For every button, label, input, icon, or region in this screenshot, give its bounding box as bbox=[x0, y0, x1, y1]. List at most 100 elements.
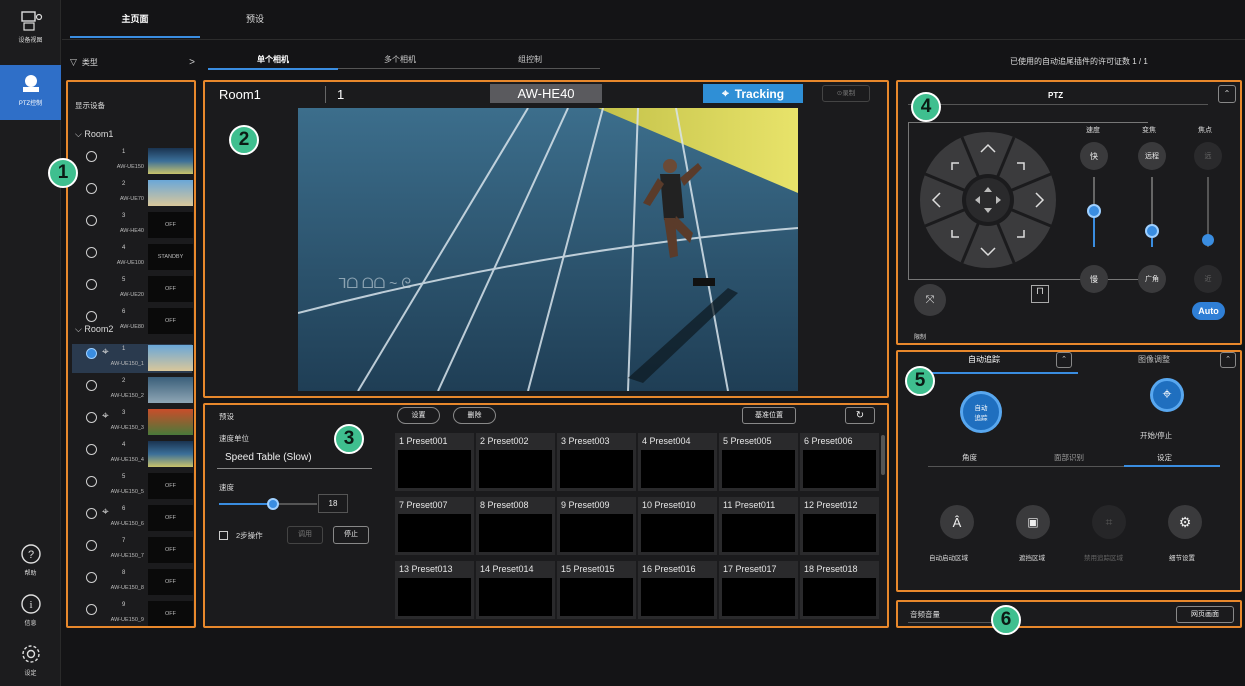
filter-row[interactable]: ▽ 类型 > bbox=[70, 55, 195, 69]
camera-row[interactable]: 2 AW-UE150_2 bbox=[72, 376, 193, 405]
sidebar-item-help[interactable]: ? 帮助 bbox=[0, 543, 61, 583]
camera-row[interactable]: 7 AW-UE150_7 OFF bbox=[72, 536, 193, 565]
focus-auto-button[interactable]: Auto bbox=[1192, 302, 1225, 320]
detail-settings-button[interactable]: ⚙ bbox=[1168, 505, 1202, 539]
camera-row[interactable]: 3 AW-HE40 OFF bbox=[72, 211, 193, 240]
web-screen-button[interactable]: 网页画面 bbox=[1176, 606, 1234, 623]
preset-tile[interactable]: 9 Preset009 bbox=[557, 497, 636, 555]
camera-row[interactable]: 5 AW-UE20 OFF bbox=[72, 275, 193, 304]
camera-thumbnail[interactable]: OFF bbox=[148, 537, 193, 563]
camera-row[interactable]: 8 AW-UE150_8 OFF bbox=[72, 568, 193, 597]
camera-radio[interactable] bbox=[86, 540, 97, 551]
lock-icon[interactable]: ⊓ bbox=[1031, 285, 1049, 303]
zoom-slider-knob[interactable] bbox=[1145, 224, 1159, 238]
camera-radio[interactable] bbox=[86, 183, 97, 194]
zoom-tele-button[interactable]: 远程 bbox=[1138, 142, 1166, 170]
tab-multi-camera[interactable]: 多个相机 bbox=[340, 54, 460, 65]
camera-thumbnail[interactable] bbox=[148, 345, 193, 371]
focus-slider-knob[interactable] bbox=[1202, 234, 1214, 246]
camera-radio[interactable] bbox=[86, 215, 97, 226]
camera-row[interactable]: 5 AW-UE150_5 OFF bbox=[72, 472, 193, 501]
base-position-button[interactable]: 基准位置 bbox=[742, 407, 796, 424]
preset-scrollbar[interactable] bbox=[881, 435, 885, 475]
record-button[interactable]: ⊙录制 bbox=[822, 85, 870, 102]
camera-row[interactable]: 9 AW-UE150_9 OFF bbox=[72, 600, 193, 626]
preset-tile[interactable]: 6 Preset006 bbox=[800, 433, 879, 491]
camera-thumbnail[interactable] bbox=[148, 409, 193, 435]
set-button[interactable]: 设置 bbox=[397, 407, 440, 424]
camera-radio[interactable] bbox=[86, 348, 97, 359]
stop-button[interactable]: 停止 bbox=[333, 526, 369, 544]
camera-thumbnail[interactable]: OFF bbox=[148, 212, 193, 238]
camera-radio[interactable] bbox=[86, 311, 97, 322]
camera-thumbnail[interactable]: OFF bbox=[148, 276, 193, 302]
tab-home[interactable]: 主页面 bbox=[70, 12, 200, 25]
camera-radio[interactable] bbox=[86, 380, 97, 391]
call-button[interactable]: 调用 bbox=[287, 526, 323, 544]
camera-row[interactable]: 4 AW-UE100 STANDBY bbox=[72, 243, 193, 272]
preset-tile[interactable]: 13 Preset013 bbox=[395, 561, 474, 619]
start-stop-button[interactable]: ⌖ bbox=[1150, 378, 1184, 412]
camera-thumbnail[interactable]: OFF bbox=[148, 473, 193, 499]
tab-auto-track-spinner[interactable]: ⌃ bbox=[1056, 352, 1072, 368]
refresh-button[interactable]: ↻ bbox=[845, 407, 875, 424]
sidebar-item-device-view[interactable]: 设备视图 bbox=[0, 8, 61, 60]
auto-start-area-button[interactable]: Â bbox=[940, 505, 974, 539]
camera-thumbnail[interactable]: STANDBY bbox=[148, 244, 193, 270]
mask-area-button[interactable]: ▣ bbox=[1016, 505, 1050, 539]
preset-tile[interactable]: 15 Preset015 bbox=[557, 561, 636, 619]
preset-tile[interactable]: 18 Preset018 bbox=[800, 561, 879, 619]
sidebar-item-ptz[interactable]: PTZ控制 bbox=[0, 65, 61, 120]
camera-radio[interactable] bbox=[86, 572, 97, 583]
ptz-select-spinner[interactable]: ⌃ bbox=[1218, 85, 1236, 103]
ptz-direction-pad[interactable] bbox=[918, 130, 1058, 270]
preset-tile[interactable]: 3 Preset003 bbox=[557, 433, 636, 491]
camera-row[interactable]: 2 AW-UE70 bbox=[72, 179, 193, 208]
speed-slider[interactable] bbox=[219, 498, 317, 510]
camera-thumbnail[interactable] bbox=[148, 441, 193, 467]
subtab-face[interactable]: 面部识别 bbox=[1054, 452, 1084, 463]
two-step-checkbox[interactable] bbox=[219, 531, 228, 540]
delete-button[interactable]: 删除 bbox=[453, 407, 496, 424]
preset-tile[interactable]: 7 Preset007 bbox=[395, 497, 474, 555]
sidebar-item-info[interactable]: i 信息 bbox=[0, 593, 61, 633]
camera-thumbnail[interactable]: OFF bbox=[148, 505, 193, 531]
auto-track-button[interactable]: 自动 追踪 bbox=[960, 391, 1002, 433]
zoom-wide-button[interactable]: 广角 bbox=[1138, 265, 1166, 293]
tab-image-adjust-spinner[interactable]: ⌃ bbox=[1220, 352, 1236, 368]
device-group-room2[interactable]: ⌵ Room2 bbox=[75, 324, 113, 335]
tab-preset[interactable]: 预设 bbox=[205, 12, 305, 25]
video-feed[interactable]: ᒣᗝ ᗝᗝ ~ ᘓ bbox=[298, 108, 798, 391]
camera-thumbnail[interactable] bbox=[148, 377, 193, 403]
ptz-speed-slider-knob[interactable] bbox=[1087, 204, 1101, 218]
preset-tile[interactable]: 16 Preset016 bbox=[638, 561, 717, 619]
camera-radio[interactable] bbox=[86, 247, 97, 258]
camera-radio[interactable] bbox=[86, 444, 97, 455]
preset-tile[interactable]: 2 Preset002 bbox=[476, 433, 555, 491]
camera-thumbnail[interactable] bbox=[148, 180, 193, 206]
preset-tile[interactable]: 1 Preset001 bbox=[395, 433, 474, 491]
camera-radio[interactable] bbox=[86, 476, 97, 487]
speed-fast-button[interactable]: 快 bbox=[1080, 142, 1108, 170]
preset-tile[interactable]: 14 Preset014 bbox=[476, 561, 555, 619]
preset-tile[interactable]: 10 Preset010 bbox=[638, 497, 717, 555]
speed-slow-button[interactable]: 慢 bbox=[1080, 265, 1108, 293]
subtab-settings[interactable]: 设定 bbox=[1157, 452, 1172, 463]
disable-area-button[interactable]: ⌗ bbox=[1092, 505, 1126, 539]
camera-row[interactable]: ⌖ 3 AW-UE150_3 bbox=[72, 408, 193, 437]
camera-thumbnail[interactable]: OFF bbox=[148, 569, 193, 595]
camera-radio[interactable] bbox=[86, 508, 97, 519]
preset-tile[interactable]: 17 Preset017 bbox=[719, 561, 798, 619]
camera-thumbnail[interactable] bbox=[148, 148, 193, 174]
tab-group-control[interactable]: 组控制 bbox=[470, 54, 590, 65]
camera-row[interactable]: ⌖ 1 AW-UE150_1 bbox=[72, 344, 193, 373]
camera-radio[interactable] bbox=[86, 279, 97, 290]
device-group-room1[interactable]: ⌵ Room1 bbox=[75, 129, 113, 140]
preset-tile[interactable]: 12 Preset012 bbox=[800, 497, 879, 555]
subtab-angle[interactable]: 角度 bbox=[962, 452, 977, 463]
camera-radio[interactable] bbox=[86, 604, 97, 615]
focus-far-button[interactable]: 远 bbox=[1194, 142, 1222, 170]
sidebar-item-settings[interactable]: 设定 bbox=[0, 643, 61, 683]
camera-row[interactable]: 4 AW-UE150_4 bbox=[72, 440, 193, 469]
focus-near-button[interactable]: 近 bbox=[1194, 265, 1222, 293]
